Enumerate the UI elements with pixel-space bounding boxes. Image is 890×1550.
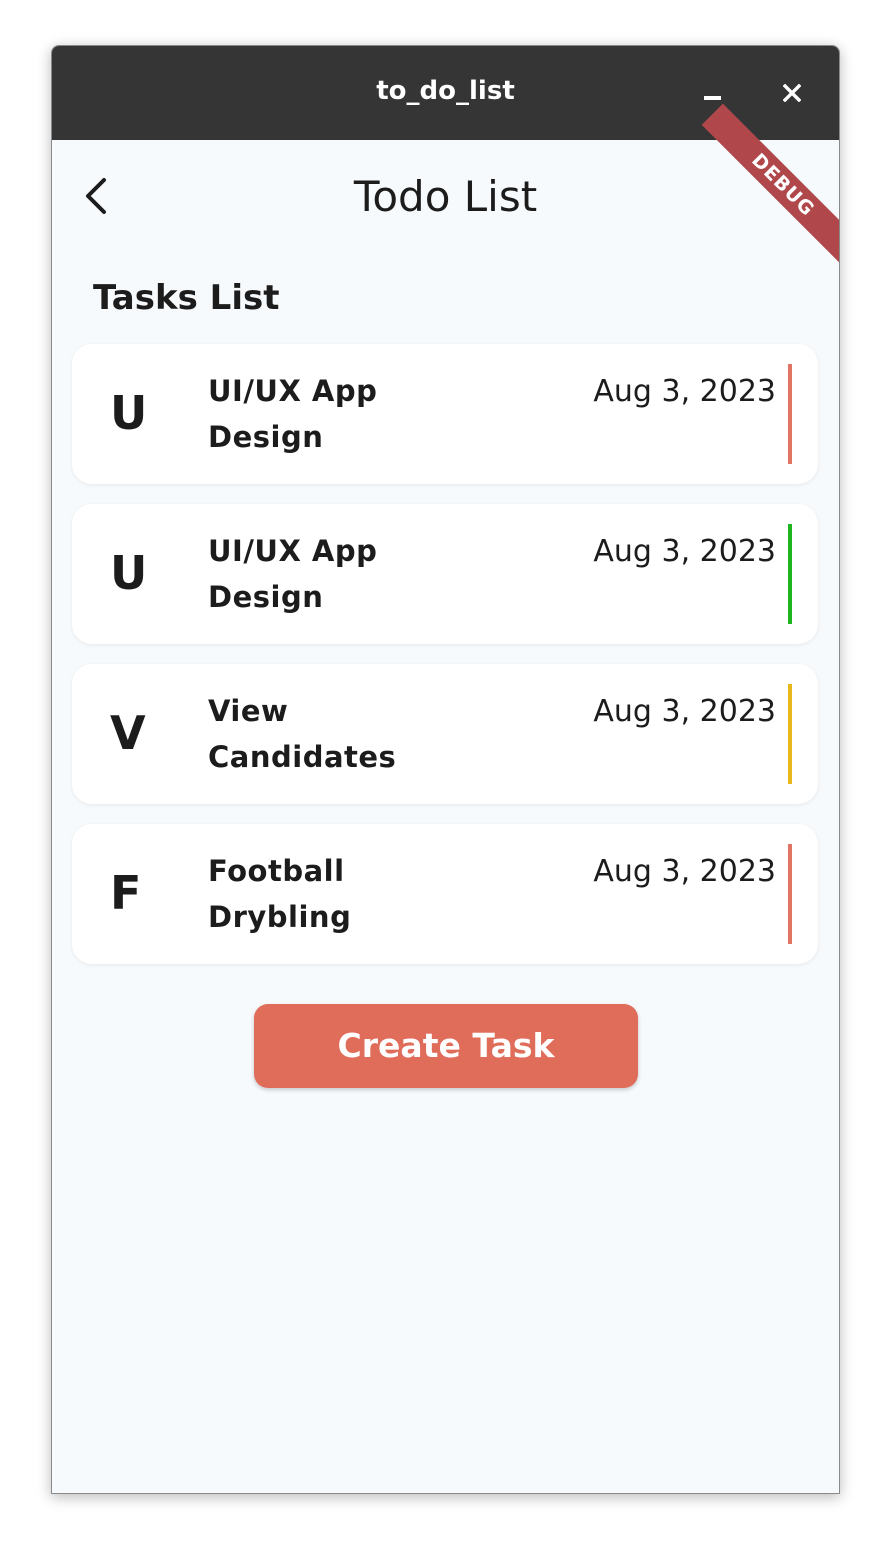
task-name-line: Drybling: [208, 900, 352, 934]
task-date: Aug 3, 2023: [593, 854, 776, 889]
minimize-icon: [704, 96, 721, 100]
task-initial: U: [110, 546, 148, 600]
task-name-line: UI/UX App: [208, 374, 378, 408]
task-name: UI/UX App Design: [208, 528, 448, 620]
task-name-line: Design: [208, 580, 324, 614]
task-name-line: View: [208, 694, 289, 728]
task-name: View Candidates: [208, 688, 448, 780]
task-date: Aug 3, 2023: [593, 534, 776, 569]
close-button[interactable]: [772, 74, 812, 114]
task-initial: V: [110, 706, 146, 760]
task-date: Aug 3, 2023: [593, 694, 776, 729]
app-content: Todo List DEBUG Tasks List U UI/UX App D…: [52, 103, 839, 1493]
page-title: Todo List: [353, 172, 538, 221]
task-priority-bar: [788, 524, 792, 624]
task-card[interactable]: V View Candidates Aug 3, 2023: [72, 664, 818, 804]
task-name-line: Football: [208, 854, 345, 888]
task-priority-bar: [788, 844, 792, 944]
task-list: U UI/UX App Design Aug 3, 2023 U UI/UX A…: [72, 344, 818, 984]
task-name: Football Drybling: [208, 848, 448, 940]
task-card[interactable]: F Football Drybling Aug 3, 2023: [72, 824, 818, 964]
task-card[interactable]: U UI/UX App Design Aug 3, 2023: [72, 504, 818, 644]
task-initial: U: [110, 386, 148, 440]
task-card[interactable]: U UI/UX App Design Aug 3, 2023: [72, 344, 818, 484]
section-title: Tasks List: [93, 278, 280, 318]
app-window: to_do_list Todo List DEBUG Tasks List U …: [51, 45, 840, 1494]
task-date: Aug 3, 2023: [593, 374, 776, 409]
task-name: UI/UX App Design: [208, 368, 448, 460]
task-priority-bar: [788, 684, 792, 784]
close-icon: [783, 84, 801, 102]
task-name-line: UI/UX App: [208, 534, 378, 568]
task-priority-bar: [788, 364, 792, 464]
task-name-line: Candidates: [208, 740, 397, 774]
task-initial: F: [110, 866, 142, 920]
create-task-button[interactable]: Create Task: [254, 1004, 638, 1088]
task-name-line: Design: [208, 420, 324, 454]
